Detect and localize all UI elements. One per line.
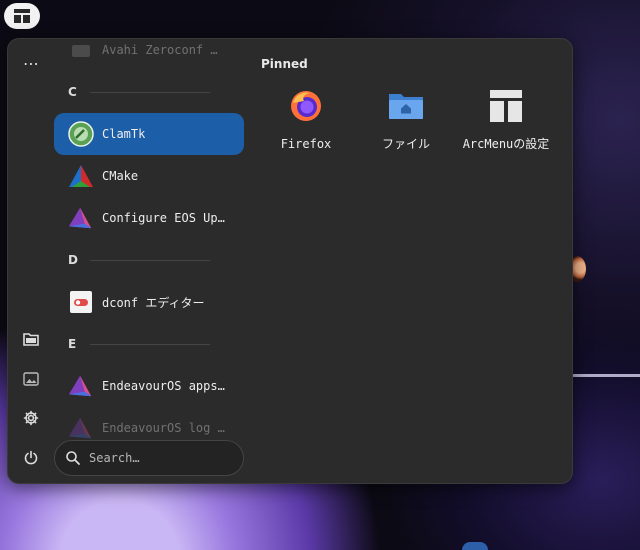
wallpaper-dock-hint [462, 542, 488, 550]
ellipsis-icon: ⋯ [23, 53, 39, 73]
files-button[interactable] [19, 327, 43, 351]
more-options-button[interactable]: ⋯ [19, 51, 43, 75]
arcmenu-settings-icon [487, 87, 525, 125]
settings-button[interactable] [19, 406, 43, 430]
pinned-item-files[interactable]: ファイル [356, 87, 456, 154]
endeavouros-icon [68, 373, 94, 399]
dconf-editor-icon [68, 289, 94, 315]
app-item-configure-eos[interactable]: Configure EOS Up… [54, 197, 244, 239]
pinned-item-arcmenu-settings[interactable]: ArcMenuの設定 [456, 87, 556, 154]
app-item-cmake[interactable]: CMake [54, 155, 244, 197]
settings-icon [23, 410, 39, 426]
app-item-endeavouros-apps[interactable]: EndeavourOS apps… [54, 365, 244, 407]
pictures-button[interactable] [19, 367, 43, 391]
cmake-icon [68, 163, 94, 189]
folder-icon [387, 87, 425, 125]
power-button[interactable] [19, 446, 43, 470]
search-box[interactable] [54, 440, 244, 476]
app-item-dconf[interactable]: dconf エディター [54, 281, 244, 323]
search-input[interactable] [87, 450, 231, 466]
app-item-clamtk[interactable]: ClamTk [54, 113, 244, 155]
menu-sidebar: ⋯ [8, 39, 54, 483]
search-icon [66, 451, 80, 465]
pictures-icon [23, 372, 39, 386]
clamtk-icon [68, 121, 94, 147]
endeavouros-icon [68, 205, 94, 231]
arcmenu-panel: ⋯ Avahi Zeroconf … C ClamTk CMake Config… [7, 38, 573, 484]
app-item-avahi[interactable]: Avahi Zeroconf … [54, 39, 244, 71]
power-icon [24, 450, 38, 465]
section-letter: C [68, 85, 77, 99]
endeavouros-icon [68, 415, 94, 439]
pinned-item-firefox[interactable]: Firefox [256, 87, 356, 154]
firefox-icon [287, 87, 325, 125]
section-letter: D [68, 253, 78, 267]
section-letter: E [68, 337, 77, 351]
arcmenu-grid-icon [14, 9, 30, 23]
arcmenu-button[interactable] [4, 3, 40, 29]
app-item-endeavouros-log[interactable]: EndeavourOS log … [54, 407, 244, 439]
avahi-icon [68, 39, 94, 63]
section-divider [90, 260, 210, 261]
section-divider [90, 344, 210, 345]
app-list: Avahi Zeroconf … C ClamTk CMake Configur… [54, 39, 250, 439]
section-divider [90, 92, 210, 93]
pinned-title: Pinned [261, 57, 308, 71]
files-icon [23, 333, 39, 346]
